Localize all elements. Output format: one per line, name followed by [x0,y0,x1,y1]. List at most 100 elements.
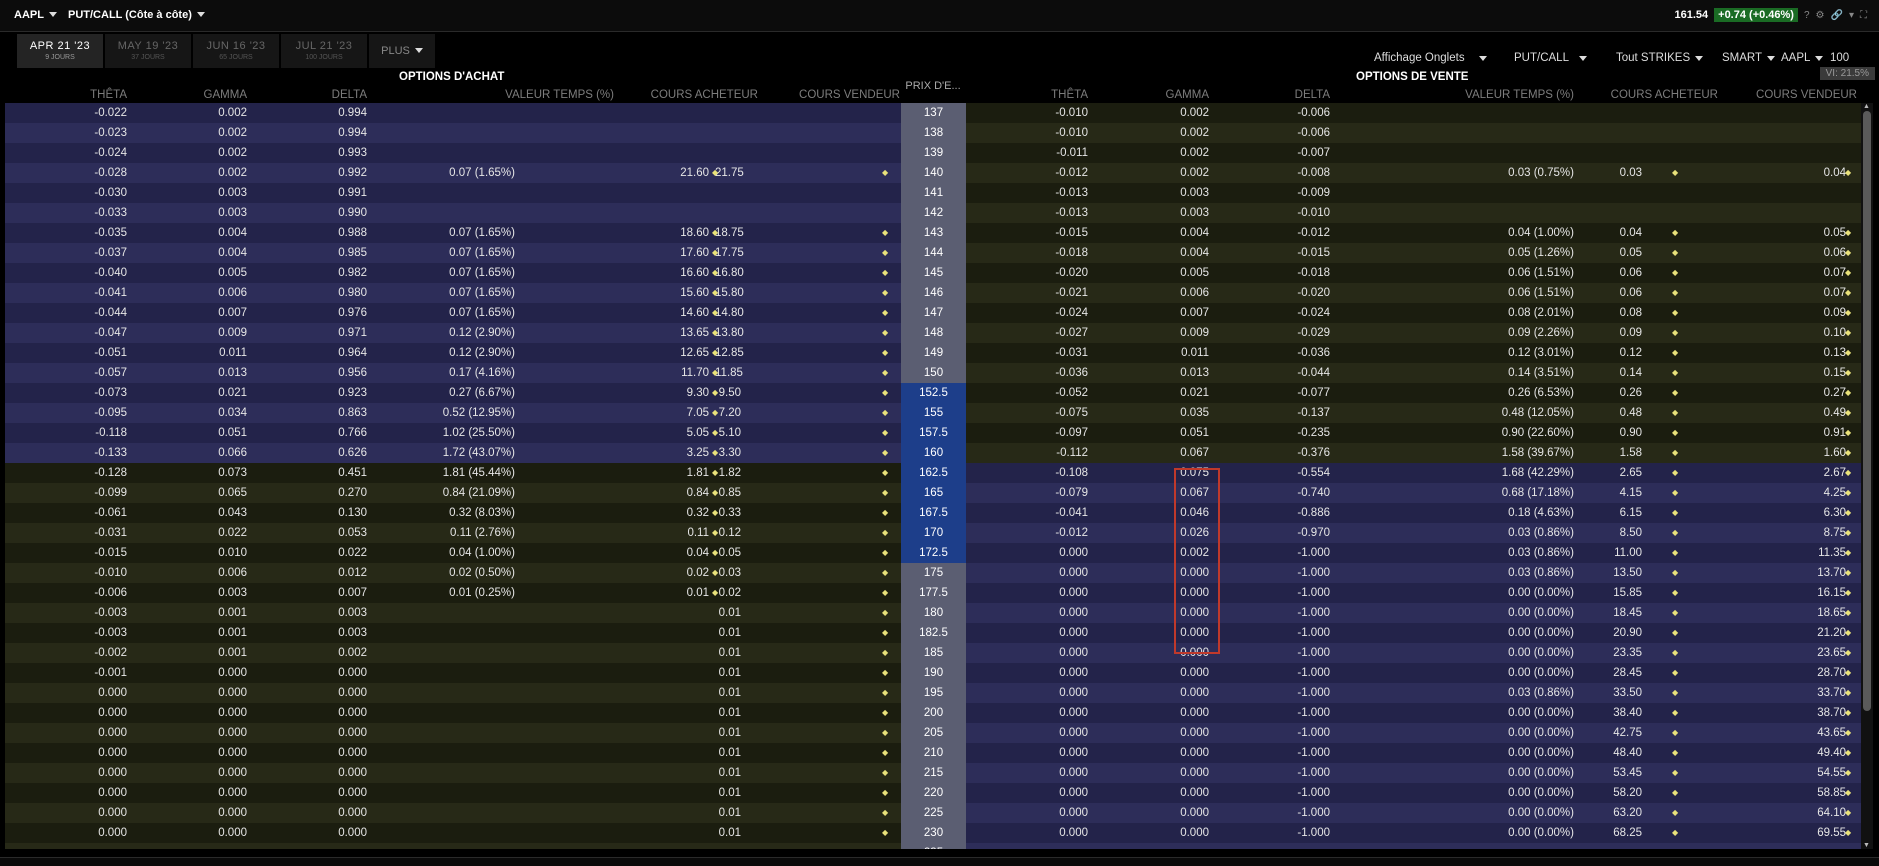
put-ask-cell[interactable]: 18.65 [1782,603,1846,623]
expiration-tab[interactable]: MAY 19 '23 37 JOURS [105,34,191,68]
vertical-scrollbar[interactable]: ▲ ▼ [1861,103,1873,849]
call-bid-cell[interactable]: 21.60 [605,163,709,183]
call-bid-cell[interactable] [605,803,709,823]
put-bid-cell[interactable]: 58.20 [1580,783,1642,803]
table-row[interactable]: -0.128 0.073 0.451 1.81 (45.44%) 1.81 1.82 ◆ ◆ 1… [5,463,1861,483]
call-bid-cell[interactable] [605,123,709,143]
strike-cell[interactable]: 220 [901,783,966,803]
table-row[interactable]: -0.002 0.001 0.002 0.01 ◆ 185 0.000 0.000 -1.000… [5,643,1861,663]
call-bid-cell[interactable]: 9.30 [605,383,709,403]
call-ask-cell[interactable]: 0.33 [715,503,741,523]
strike-cell[interactable]: 170 [901,523,966,543]
put-ask-cell[interactable]: 6.30 [1782,503,1846,523]
call-bid-cell[interactable]: 15.60 [605,283,709,303]
strikes-dropdown[interactable]: Tout STRIKES [1616,52,1704,64]
call-bid-cell[interactable]: 1.81 [605,463,709,483]
call-ask-cell[interactable]: 0.01 [715,703,741,723]
put-ask-cell[interactable]: 0.04 [1782,163,1846,183]
call-bid-cell[interactable]: 5.05 [605,423,709,443]
call-ask-cell[interactable]: 9.50 [715,383,741,403]
strike-cell[interactable]: 155 [901,403,966,423]
link-icon[interactable]: 🔗 [1831,10,1843,21]
put-ask-cell[interactable]: 23.65 [1782,643,1846,663]
strike-cell[interactable]: 144 [901,243,966,263]
table-row[interactable]: -0.040 0.005 0.982 0.07 (1.65%) 16.60 16.80 ◆ ◆… [5,263,1861,283]
strike-cell[interactable]: 157.5 [901,423,966,443]
strike-cell[interactable]: 139 [901,143,966,163]
scroll-up-icon[interactable]: ▲ [1863,103,1870,110]
put-bid-cell[interactable]: 4.15 [1580,483,1642,503]
put-bid-cell[interactable]: 0.48 [1580,403,1642,423]
call-ask-cell[interactable] [715,103,741,123]
put-ask-cell[interactable]: 2.67 [1782,463,1846,483]
table-row[interactable]: -0.006 0.003 0.007 0.01 (0.25%) 0.01 0.02 ◆ ◆ 17… [5,583,1861,603]
put-ask-cell[interactable] [1782,183,1846,203]
put-ask-cell[interactable]: 64.10 [1782,803,1846,823]
call-theta-header[interactable]: THÊTA [67,89,127,101]
put-ask-cell[interactable]: 16.15 [1782,583,1846,603]
table-row[interactable]: -0.037 0.004 0.985 0.07 (1.65%) 17.60 17.75 ◆ ◆… [5,243,1861,263]
table-row[interactable]: 0.000 0.000 0.000 0.01 ◆ 215 0.000 0.000 -1.000 0… [5,763,1861,783]
call-ask-cell[interactable]: 0.01 [715,683,741,703]
call-ask-cell[interactable]: 0.01 [715,823,741,843]
expand-icon[interactable]: ⛶ [1860,10,1867,21]
put-bid-cell[interactable]: 13.50 [1580,563,1642,583]
put-ask-cell[interactable]: 21.20 [1782,623,1846,643]
put-bid-cell[interactable]: 23.35 [1580,643,1642,663]
strike-cell[interactable]: 215 [901,763,966,783]
strike-cell[interactable]: 190 [901,663,966,683]
more-expirations-tab[interactable]: PLUS [369,34,435,68]
underlying-dropdown[interactable]: AAPL [1781,52,1824,64]
call-ask-cell[interactable] [715,203,741,223]
call-bid-cell[interactable] [605,183,709,203]
call-ask-cell[interactable]: 18.75 [715,223,744,243]
table-row[interactable]: 0.000 0.000 0.000 0.01 ◆ 230 0.000 0.000 -1.000 0… [5,823,1861,843]
put-bid-cell[interactable]: 0.14 [1580,363,1642,383]
put-ask-cell[interactable]: 4.25 [1782,483,1846,503]
table-row[interactable]: -0.022 0.002 0.994 137 -0.010 0.002 -0.006 [5,103,1861,123]
call-ask-cell[interactable]: 0.12 [715,523,741,543]
put-ask-cell[interactable]: 54.55 [1782,763,1846,783]
call-ask-cell[interactable]: 0.85 [715,483,741,503]
strike-cell[interactable]: 180 [901,603,966,623]
call-bid-cell[interactable] [605,203,709,223]
put-ask-cell[interactable]: 38.70 [1782,703,1846,723]
strike-cell[interactable]: 182.5 [901,623,966,643]
call-bid-cell[interactable]: 0.32 [605,503,709,523]
put-ask-cell[interactable]: 11.35 [1782,543,1846,563]
call-bid-cell[interactable]: 0.84 [605,483,709,503]
call-bid-cell[interactable]: 3.25 [605,443,709,463]
put-theta-header[interactable]: THÊTA [1028,89,1088,101]
strike-cell[interactable]: 200 [901,703,966,723]
call-ask-cell[interactable]: 14.80 [715,303,744,323]
help-icon[interactable]: ? [1804,10,1810,21]
put-bid-cell[interactable] [1580,103,1642,123]
call-ask-cell[interactable]: 0.03 [715,563,741,583]
scroll-down-icon[interactable]: ▼ [1863,842,1870,849]
expiration-tab[interactable]: JUL 21 '23 100 JOURS [281,34,367,68]
call-ask-header[interactable]: COURS VENDEUR [768,89,900,101]
call-bid-cell[interactable] [605,683,709,703]
exchange-dropdown[interactable]: SMART [1722,52,1776,64]
put-ask-cell[interactable]: 0.13 [1782,343,1846,363]
call-ask-cell[interactable]: 0.01 [715,723,741,743]
call-bid-cell[interactable] [605,643,709,663]
put-bid-cell[interactable]: 0.26 [1580,383,1642,403]
table-row[interactable]: 0.000 0.000 0.000 0.01 ◆ 225 0.000 0.000 -1.000 0… [5,803,1861,823]
call-bid-cell[interactable]: 0.11 [605,523,709,543]
call-ask-cell[interactable]: 16.80 [715,263,744,283]
table-row[interactable]: -0.030 0.003 0.991 141 -0.013 0.003 -0.009 [5,183,1861,203]
put-bid-cell[interactable]: 42.75 [1580,723,1642,743]
call-bid-cell[interactable]: 17.60 [605,243,709,263]
table-row[interactable]: -0.023 0.002 0.994 138 -0.010 0.002 -0.006 [5,123,1861,143]
put-bid-cell[interactable]: 0.12 [1580,343,1642,363]
table-row[interactable]: -0.001 0.000 0.000 0.01 ◆ 190 0.000 0.000 -1.000… [5,663,1861,683]
call-time-value-header[interactable]: VALEUR TEMPS (%) [440,89,614,101]
put-bid-cell[interactable]: 0.09 [1580,323,1642,343]
symbol-selector[interactable]: AAPL [14,9,57,21]
table-row[interactable]: -0.099 0.065 0.270 0.84 (21.09%) 0.84 0.85 ◆ ◆ 1… [5,483,1861,503]
strike-cell[interactable]: 162.5 [901,463,966,483]
strike-cell[interactable]: 195 [901,683,966,703]
put-bid-cell[interactable]: 28.45 [1580,663,1642,683]
strike-cell[interactable]: 145 [901,263,966,283]
